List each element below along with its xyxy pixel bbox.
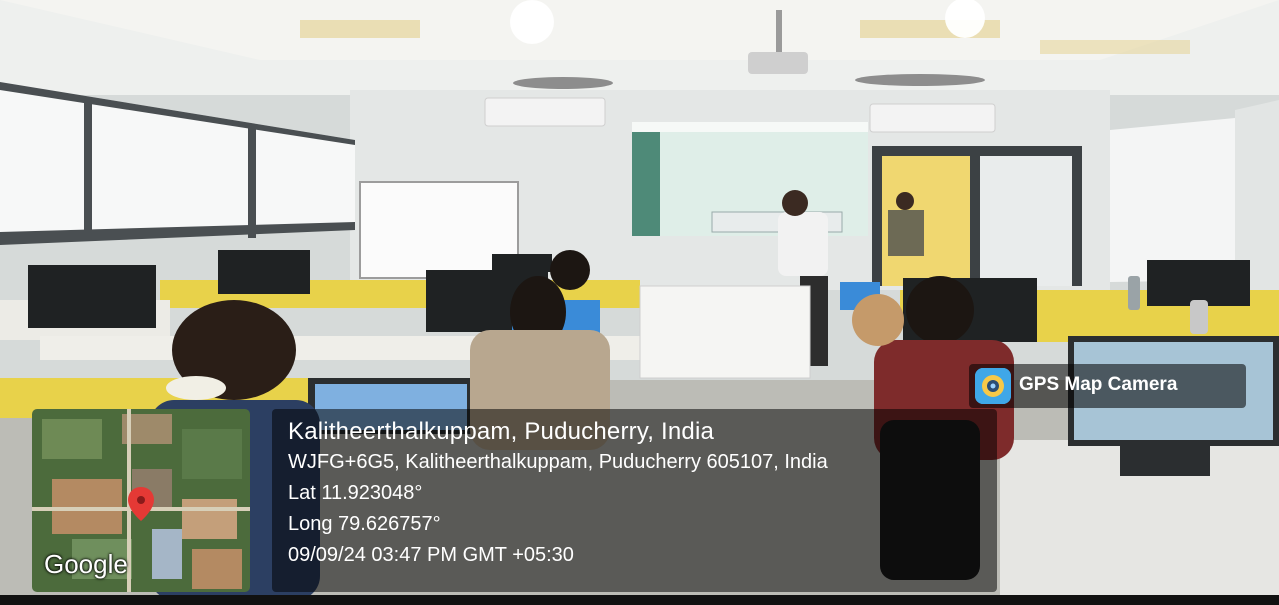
timestamp-line: 09/09/24 03:47 PM GMT +05:30 bbox=[288, 544, 574, 566]
gps-badge-label: GPS Map Camera bbox=[1019, 374, 1178, 395]
longitude-line: Long 79.626757° bbox=[288, 513, 441, 535]
map-thumbnail: Google bbox=[32, 409, 250, 592]
location-title: Kalitheerthalkuppam, Puducherry, India bbox=[288, 418, 715, 445]
camera-icon bbox=[975, 368, 1011, 404]
map-logo: Google bbox=[44, 549, 128, 579]
classroom-photo: Google Kalitheerthalkuppam, Puducherry, … bbox=[0, 0, 1279, 605]
latitude-line: Lat 11.923048° bbox=[288, 482, 423, 504]
geotag-text: Kalitheerthalkuppam, Puducherry, India W… bbox=[288, 416, 828, 571]
address-line: WJFG+6G5, Kalitheerthalkuppam, Puducherr… bbox=[288, 451, 828, 473]
gps-map-camera-badge: GPS Map Camera bbox=[969, 364, 1246, 408]
